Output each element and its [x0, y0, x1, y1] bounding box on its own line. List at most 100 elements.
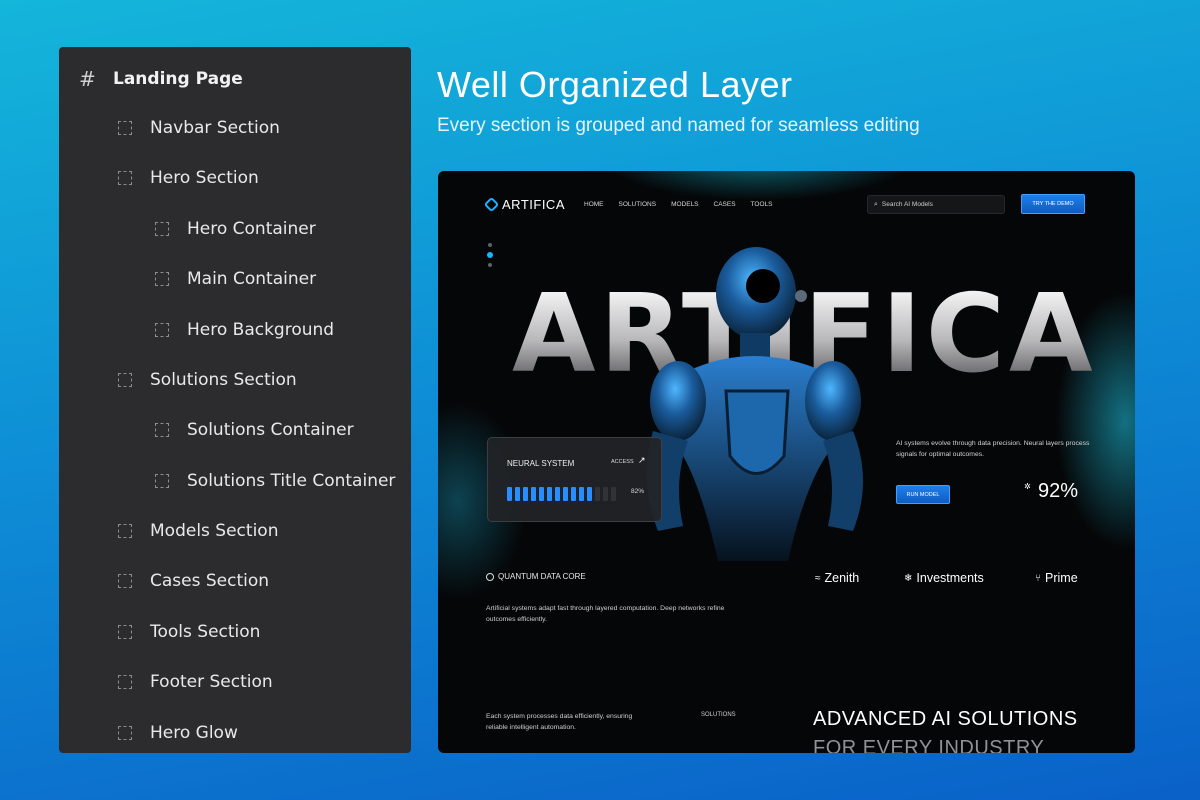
layer-label: Solutions Container [187, 420, 354, 440]
layer-label: Hero Glow [150, 723, 238, 743]
brand-investments: ❄ Investments [904, 571, 984, 585]
snowflake-icon: ❄ [904, 572, 913, 584]
layer-label: Cases Section [150, 571, 270, 591]
advanced-title-line1: ADVANCED AI SOLUTIONS [813, 708, 1078, 730]
website-preview: ARTIFICA HOME SOLUTIONS MODELS CASES TOO… [438, 171, 1135, 753]
layer-label: Main Container [187, 269, 317, 289]
progress-segment [539, 487, 544, 501]
group-icon [118, 625, 132, 639]
nav-link-tools[interactable]: TOOLS [751, 201, 773, 208]
layer-label: Hero Background [187, 320, 335, 340]
circle-icon [486, 572, 494, 581]
nav-link-cases[interactable]: CASES [714, 201, 736, 208]
neural-system-card: NEURAL SYSTEM ACCESS ↗ 82% [487, 437, 662, 522]
layer-solutions-container[interactable]: Solutions Container [155, 420, 354, 440]
progress-segment [515, 487, 520, 501]
layer-hero-background[interactable]: Hero Background [155, 320, 334, 340]
layer-main-container[interactable]: Main Container [155, 269, 316, 289]
fork-icon: ⑂ [1035, 572, 1041, 584]
neural-progress-bar [507, 487, 616, 501]
brand-label: Investments [916, 571, 984, 585]
try-demo-button[interactable]: TRY THE DEMO [1021, 194, 1085, 214]
solutions-label: SOLUTIONS [701, 712, 736, 718]
logo-text: ARTIFICA [502, 197, 565, 212]
layer-solutions-section[interactable]: Solutions Section [118, 370, 297, 390]
progress-segment [587, 487, 592, 501]
progress-segment [563, 487, 568, 501]
stat-value: 92% [1038, 480, 1079, 502]
group-icon [118, 524, 132, 538]
layer-label: Footer Section [150, 672, 273, 692]
layer-label: Solutions Title Container [187, 471, 396, 491]
layer-cases-section[interactable]: Cases Section [118, 571, 269, 591]
group-icon [155, 474, 169, 488]
layer-tools-section[interactable]: Tools Section [118, 622, 260, 642]
group-icon [155, 222, 169, 236]
nav-link-home[interactable]: HOME [584, 201, 604, 208]
layer-models-section[interactable]: Models Section [118, 521, 278, 541]
brand-label: Prime [1045, 571, 1078, 585]
layer-hero-section[interactable]: Hero Section [118, 168, 259, 188]
group-icon [155, 272, 169, 286]
solutions-paragraph: Each system processes data efficiently, … [486, 713, 633, 731]
slide-dot[interactable] [488, 263, 492, 267]
layer-hero-container[interactable]: Hero Container [155, 219, 316, 239]
brand-logos: ≈ Zenith ❄ Investments ⑂ Prime [815, 571, 1085, 587]
progress-segment [571, 487, 576, 501]
progress-segment [555, 487, 560, 501]
run-model-button[interactable]: RUN MODEL [896, 485, 950, 504]
layer-landing-page[interactable]: # Landing Page [79, 67, 243, 91]
page-subtitle: Every section is grouped and named for s… [437, 115, 920, 136]
slide-indicator [487, 243, 493, 267]
group-icon [118, 574, 132, 588]
quantum-data-core: QUANTUM DATA CORE [486, 572, 586, 581]
search-icon: ⌕ [874, 200, 878, 208]
group-icon [118, 726, 132, 740]
slide-dot-active[interactable] [487, 252, 493, 258]
access-link[interactable]: ACCESS [611, 459, 634, 465]
brand-zenith: ≈ Zenith [815, 571, 859, 585]
progress-segment [531, 487, 536, 501]
nav-link-models[interactable]: MODELS [671, 201, 698, 208]
progress-segment [523, 487, 528, 501]
quantum-label: QUANTUM DATA CORE [498, 572, 586, 581]
layer-label: Hero Container [187, 219, 316, 239]
layer-hero-glow[interactable]: Hero Glow [118, 723, 238, 743]
progress-segment [595, 487, 600, 501]
layer-label: Hero Section [150, 168, 259, 188]
group-icon [118, 373, 132, 387]
group-icon [155, 323, 169, 337]
layer-navbar-section[interactable]: Navbar Section [118, 118, 280, 138]
search-input[interactable]: ⌕ Search AI Models [867, 195, 1005, 214]
neural-card-title: NEURAL SYSTEM [507, 459, 575, 468]
search-placeholder: Search AI Models [881, 201, 933, 208]
progress-segment [603, 487, 608, 501]
layers-panel: # Landing Page Navbar Section Hero Secti… [59, 47, 411, 753]
logo[interactable]: ARTIFICA [483, 196, 565, 213]
group-icon [118, 121, 132, 135]
slide-dot[interactable] [488, 243, 492, 247]
brand-prime: ⑂ Prime [1035, 571, 1078, 585]
quantum-paragraph: Artificial systems adapt fast through la… [486, 605, 725, 623]
brand-label: Zenith [824, 571, 860, 585]
nav-link-solutions[interactable]: SOLUTIONS [619, 201, 657, 208]
zenith-icon: ≈ [815, 572, 821, 584]
layer-label: Tools Section [150, 622, 261, 642]
progress-segment [611, 487, 616, 501]
layer-label: Landing Page [113, 69, 243, 89]
page-title: Well Organized Layer [437, 64, 793, 105]
neural-card-percent: 82% [631, 488, 645, 495]
progress-segment [507, 487, 512, 501]
stat-icon: ✲ [1024, 482, 1031, 491]
layer-label: Navbar Section [150, 118, 280, 138]
progress-segment [547, 487, 552, 501]
layer-label: Models Section [150, 521, 279, 541]
hero-description: AI systems evolve through data precision… [896, 440, 1090, 458]
advanced-title-line2: FOR EVERY INDUSTRY [813, 737, 1045, 753]
navbar: ARTIFICA HOME SOLUTIONS MODELS CASES TOO… [483, 194, 1086, 217]
layer-solutions-title-container[interactable]: Solutions Title Container [155, 471, 395, 491]
group-icon [118, 171, 132, 185]
nav-links: HOME SOLUTIONS MODELS CASES TOOLS [584, 201, 772, 208]
arrow-up-right-icon[interactable]: ↗ [638, 456, 646, 466]
layer-footer-section[interactable]: Footer Section [118, 672, 273, 692]
